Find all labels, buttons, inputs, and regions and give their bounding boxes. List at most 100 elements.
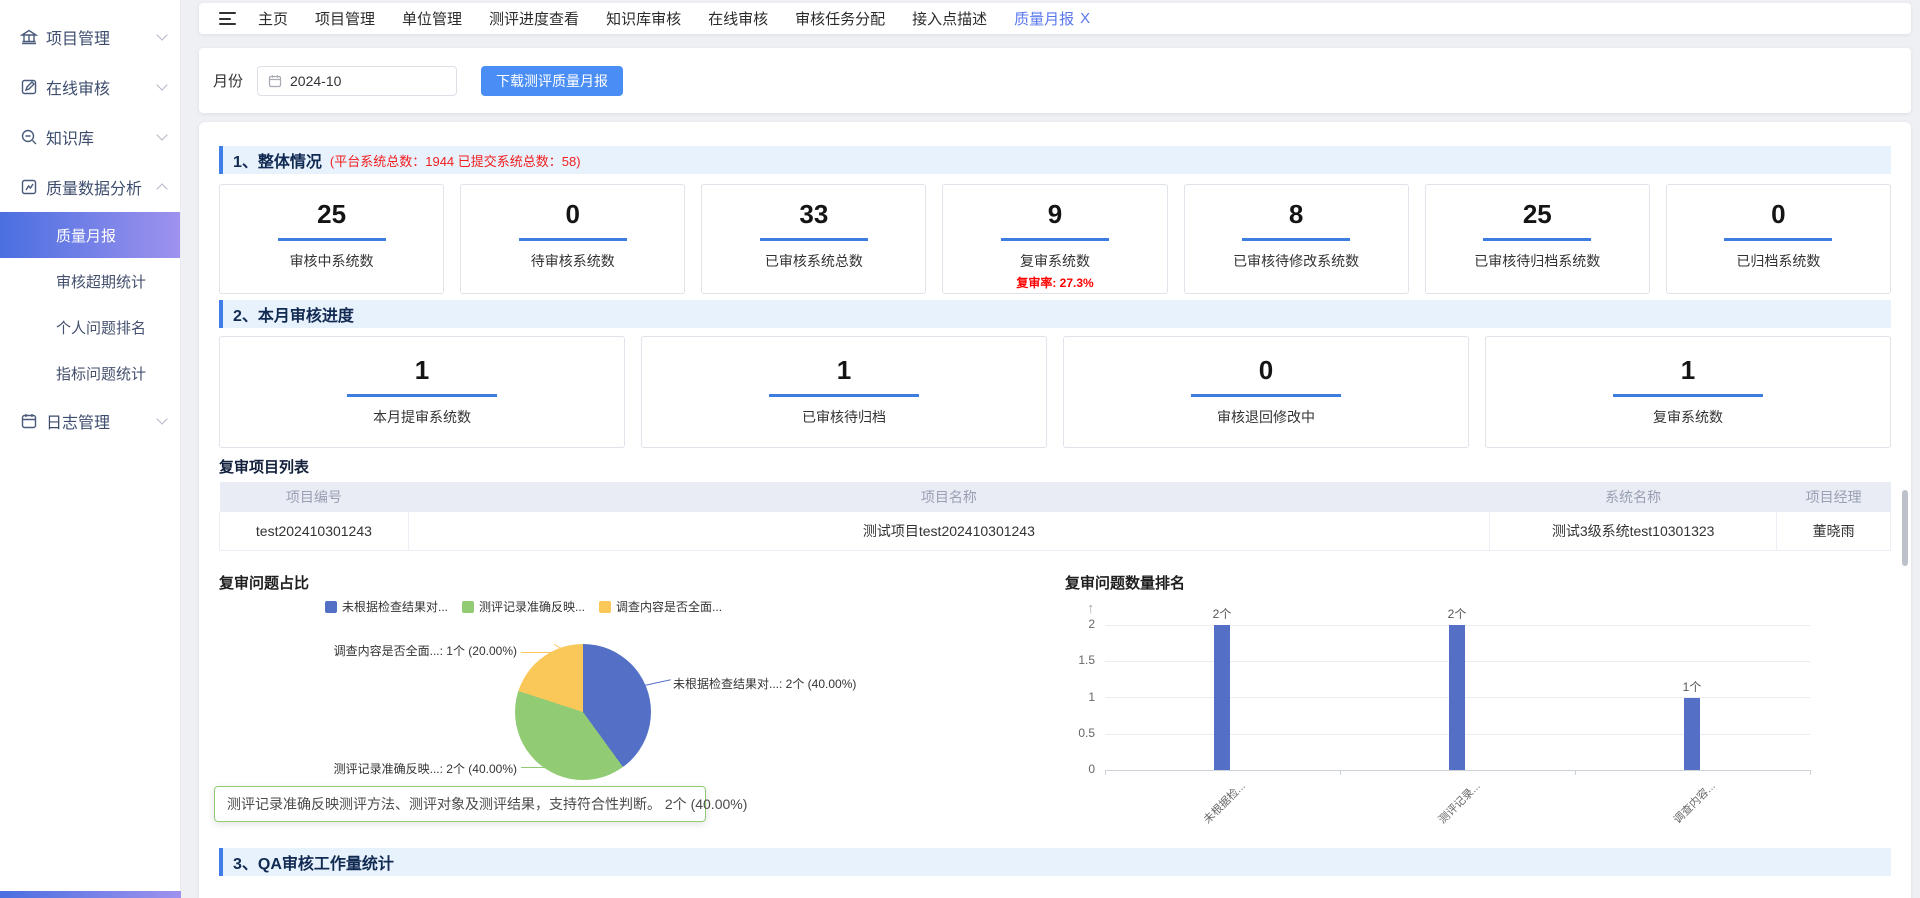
cell-project-manager: 董晓雨 [1777,512,1891,550]
legend-label: 测评记录准确反映... [479,598,585,615]
x-tick [1810,770,1811,775]
stat-value: 1 [1486,355,1890,386]
x-tick [1105,770,1106,775]
nav-tabs: 主页 项目管理 单位管理 测评进度查看 知识库审核 在线审核 审核任务分配 接入… [258,8,1090,29]
chevron-down-icon [156,79,167,90]
nav-tab-online-review[interactable]: 在线审核 [708,8,768,29]
stat-underline [1724,238,1832,241]
chevron-up-icon [156,183,167,194]
nav-tab-quality-monthly-report-active[interactable]: 质量月报 X [1014,8,1090,29]
sidebar-subitem-label: 质量月报 [56,225,116,246]
stat-underline [1191,394,1341,397]
nav-tab-project-management[interactable]: 项目管理 [315,8,375,29]
sidebar-subitem-personal-issue-ranking[interactable]: 个人问题排名 [0,304,180,350]
pie-circle[interactable] [515,644,651,780]
stat-value: 25 [1426,199,1649,230]
review-project-table: 项目编号 项目名称 系统名称 项目经理 test202410301243 测试项… [219,482,1891,551]
bar-chart-title: 复审问题数量排名 [1065,572,1185,593]
stat-value: 8 [1185,199,1408,230]
stat-card-reviewed-to-archive: 25 已审核待归档系统数 [1425,184,1650,294]
sidebar-item-log-management[interactable]: 日志管理 [0,396,180,446]
calendar-icon [268,74,282,88]
legend-label: 未根据检查结果对... [342,598,448,615]
month-picker-input[interactable]: 2024-10 [257,66,457,96]
section-qa-title: 3、QA审核工作量统计 [233,850,394,874]
sidebar-subitem-indicator-issue-stats[interactable]: 指标问题统计 [0,350,180,396]
x-tick [1575,770,1576,775]
re-review-rate-note: 复审率: 27.3% [943,274,1166,291]
x-tick [1340,770,1341,775]
sidebar-subitem-review-overdue-stats[interactable]: 审核超期统计 [0,258,180,304]
stat-card-reviewed-to-modify: 8 已审核待修改系统数 [1184,184,1409,294]
edit-icon [20,78,38,96]
legend-item[interactable]: 未根据检查结果对... [325,598,448,615]
section-monthly-title: 2、本月审核进度 [233,302,354,326]
sidebar-item-label: 日志管理 [46,409,158,433]
menu-fold-icon[interactable] [219,12,236,25]
pie-legend: 未根据检查结果对... 测评记录准确反映... 调查内容是否全面... [325,598,722,615]
y-axis-arrow-icon: ↑ [1087,600,1095,617]
stat-label: 已审核待归档系统数 [1426,251,1649,271]
sidebar-subitem-label: 个人问题排名 [56,317,146,338]
section-monthly-header: 2、本月审核进度 [219,300,1891,328]
x-category-label: 测评记录... [1434,778,1483,827]
stat-underline [519,238,627,241]
pie-callout-line [645,679,671,685]
stat-underline [1001,238,1109,241]
col-system-name: 系统名称 [1489,482,1776,512]
nav-tab-unit-management[interactable]: 单位管理 [402,8,462,29]
nav-tab-task-assignment[interactable]: 审核任务分配 [795,8,885,29]
bar-chart-panel: 复审问题数量排名 ↑ 0 0.5 1 1.5 2 2个 [1029,562,1889,872]
sidebar-item-online-review[interactable]: 在线审核 [0,62,180,112]
bar[interactable] [1449,625,1465,770]
pie-tooltip: 测评记录准确反映测评方法、测评对象及测评结果，支持符合性判断。 2个 (40.0… [214,786,706,822]
sidebar-subitem-label: 指标问题统计 [56,363,146,384]
stat-label: 复审系统数 [1486,407,1890,427]
overview-stat-row: 25 审核中系统数 0 待审核系统数 33 已审核系统总数 9 [219,184,1891,294]
col-project-name: 项目名称 [408,482,1489,512]
y-tick-label: 2 [1055,617,1095,631]
stat-label: 复审系统数 [943,251,1166,271]
scrollbar-thumb[interactable] [1902,490,1908,566]
nav-tab-home[interactable]: 主页 [258,8,288,29]
stat-label: 审核中系统数 [220,251,443,271]
top-nav-bar: 主页 项目管理 单位管理 测评进度查看 知识库审核 在线审核 审核任务分配 接入… [199,3,1911,34]
pie-callout-line [521,767,555,768]
y-tick-label: 1 [1055,690,1095,704]
x-axis-line [1105,770,1810,771]
sidebar-item-knowledge-base[interactable]: 知识库 [0,112,180,162]
sidebar-item-quality-data-analysis[interactable]: 质量数据分析 [0,162,180,212]
nav-tab-progress-view[interactable]: 测评进度查看 [489,8,579,29]
table-row[interactable]: test202410301243 测试项目test202410301243 测试… [220,512,1891,550]
bank-icon [20,28,38,46]
stat-label: 本月提审系统数 [220,407,624,427]
tab-close-icon[interactable]: X [1080,10,1090,27]
bar-value-label: 1个 [1662,678,1722,695]
pie-chart-title: 复审问题占比 [219,572,309,593]
sidebar-item-label: 质量数据分析 [46,175,158,199]
bar[interactable] [1214,625,1230,770]
sidebar-subitem-quality-monthly-report[interactable]: 质量月报 [0,212,180,258]
stat-card-month-reviewed-to-archive: 1 已审核待归档 [641,336,1047,448]
bar[interactable] [1684,698,1700,771]
stat-value: 33 [702,199,925,230]
stat-label: 已审核系统总数 [702,251,925,271]
legend-item[interactable]: 调查内容是否全面... [599,598,722,615]
nav-tab-access-point[interactable]: 接入点描述 [912,8,987,29]
legend-swatch-blue [325,601,337,613]
y-tick-label: 0.5 [1055,726,1095,740]
legend-swatch-green [462,601,474,613]
chevron-down-icon [156,29,167,40]
legend-item[interactable]: 测评记录准确反映... [462,598,585,615]
sidebar-item-project-management[interactable]: 项目管理 [0,12,180,62]
stat-value: 9 [943,199,1166,230]
stat-card-reviewing: 25 审核中系统数 [219,184,444,294]
stat-underline [1483,238,1591,241]
stat-label: 待审核系统数 [461,251,684,271]
download-report-button[interactable]: 下载测评质量月报 [481,66,623,96]
nav-tab-knowledge-review[interactable]: 知识库审核 [606,8,681,29]
stat-underline [347,394,497,397]
review-table-title: 复审项目列表 [219,456,309,477]
stat-underline [1242,238,1350,241]
section-overview-header: 1、整体情况 (平台系统总数：1944 已提交系统总数：58) [219,146,1891,174]
